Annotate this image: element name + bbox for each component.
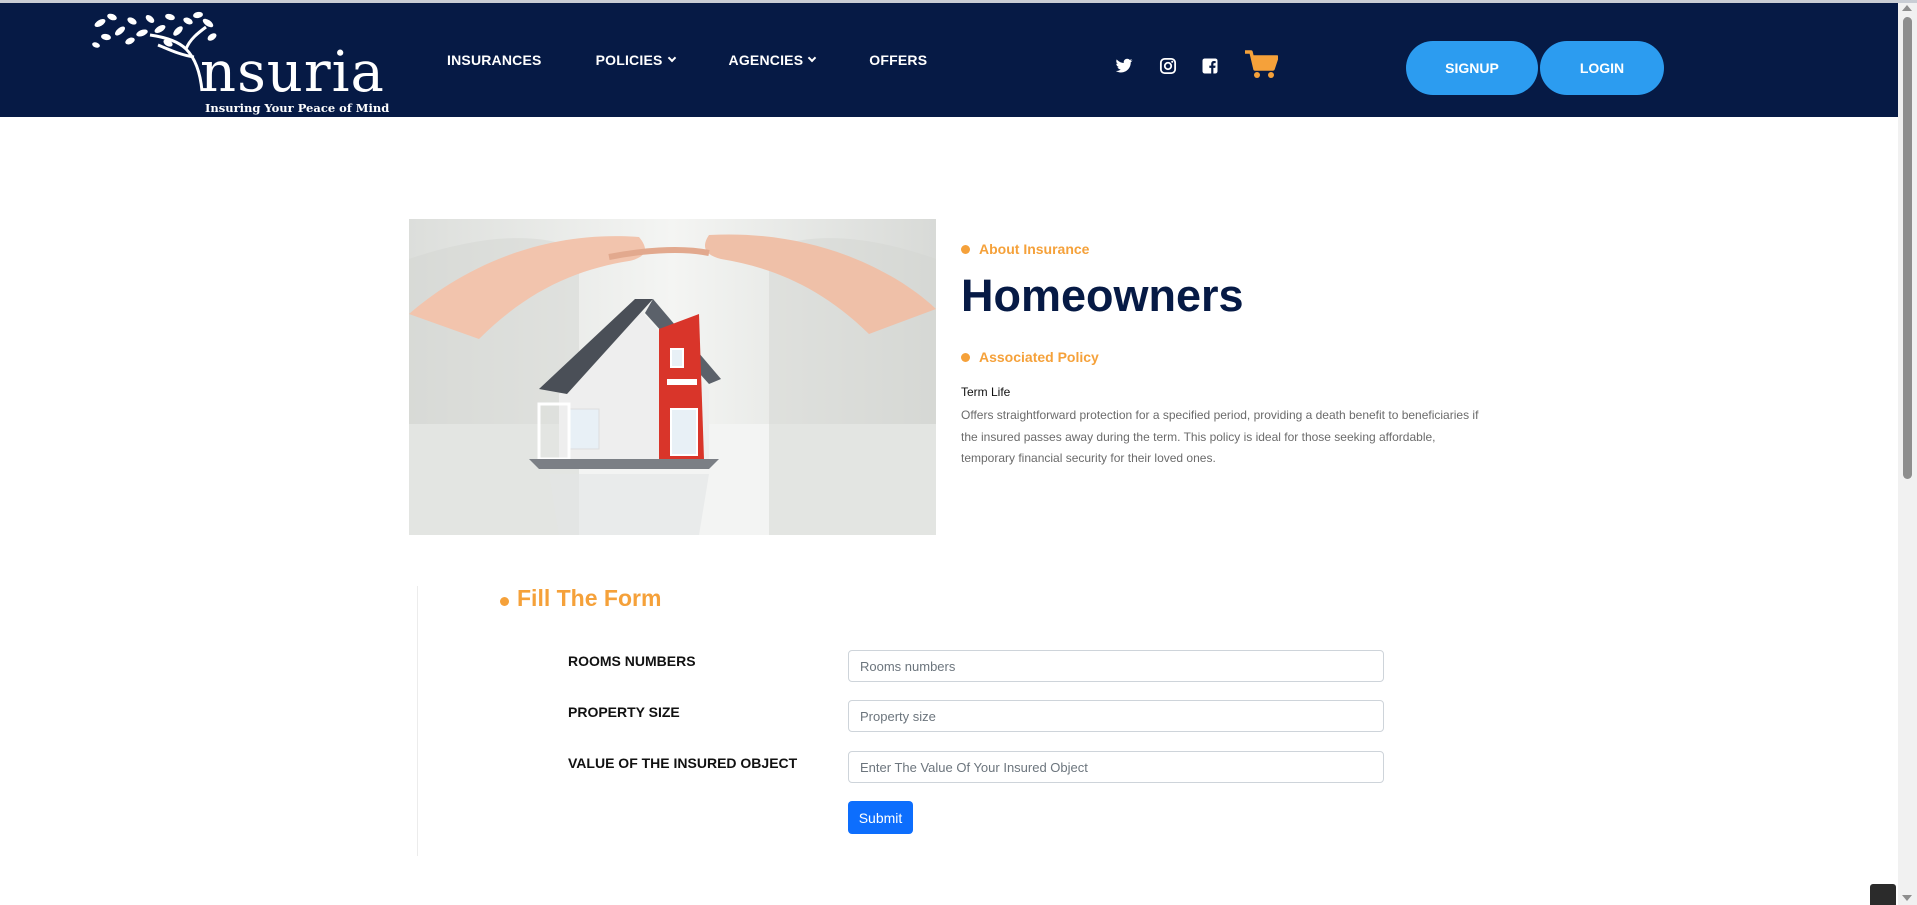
scroll-up-arrow-icon[interactable] [1902, 5, 1912, 11]
facebook-icon[interactable] [1201, 57, 1219, 75]
page-title: Homeowners [961, 270, 1244, 321]
nav-insurances-label: INSURANCES [447, 52, 542, 68]
instagram-icon[interactable] [1159, 57, 1177, 75]
brand-tagline: Insuring Your Peace of Mind [205, 101, 390, 115]
homeowners-insurance-image [409, 219, 936, 535]
nav-policies-label: POLICIES [595, 52, 663, 68]
main-nav: INSURANCES POLICIES AGENCIES OFFERS [447, 3, 981, 117]
chevron-down-icon [667, 53, 676, 63]
nav-policies[interactable]: POLICIES [595, 52, 676, 68]
rooms-numbers-input[interactable] [848, 650, 1384, 682]
property-size-label: PROPERTY SIZE [568, 704, 680, 720]
chevron-down-icon [808, 53, 817, 63]
brand-logo[interactable]: nsuria Insuring Your Peace of Mind [90, 9, 389, 115]
page-scrollbar[interactable] [1898, 3, 1917, 905]
submit-button[interactable]: Submit [848, 801, 913, 834]
about-insurance-label: About Insurance [961, 241, 1089, 257]
bullet-dot-icon [500, 597, 509, 606]
insured-value-label: VALUE OF THE INSURED OBJECT [568, 755, 798, 771]
policy-description: Offers straightforward protection for a … [961, 408, 1479, 465]
brand-name: nsuria [200, 40, 385, 105]
about-insurance-text: About Insurance [979, 241, 1090, 257]
nav-offers-label: OFFERS [869, 52, 928, 68]
form-title-text: Fill The Form [517, 585, 662, 611]
form-title: Fill The Form [500, 585, 661, 612]
signup-button[interactable]: SIGNUP [1406, 41, 1538, 95]
bullet-dot-icon [961, 352, 970, 362]
associated-policy-text: Associated Policy [979, 349, 1099, 365]
property-size-input[interactable] [848, 700, 1384, 732]
floating-widget-icon[interactable] [1870, 884, 1896, 905]
rooms-numbers-label: ROOMS NUMBERS [568, 653, 696, 669]
nav-insurances[interactable]: INSURANCES [447, 52, 542, 68]
cart-icon[interactable] [1244, 49, 1278, 79]
policy-name: Term Life [961, 385, 1011, 399]
form-divider [417, 586, 418, 856]
login-button[interactable]: LOGIN [1540, 41, 1664, 95]
associated-policy-label: Associated Policy [961, 349, 1099, 365]
scrollbar-thumb[interactable] [1903, 17, 1912, 479]
nav-agencies-label: AGENCIES [728, 52, 804, 68]
insured-value-input[interactable] [848, 751, 1384, 783]
site-header: nsuria Insuring Your Peace of Mind INSUR… [0, 3, 1898, 117]
twitter-icon[interactable] [1115, 57, 1133, 75]
nav-offers[interactable]: OFFERS [869, 52, 927, 68]
scroll-down-arrow-icon[interactable] [1902, 895, 1912, 901]
nav-agencies[interactable]: AGENCIES [728, 52, 817, 68]
bullet-dot-icon [961, 244, 970, 254]
